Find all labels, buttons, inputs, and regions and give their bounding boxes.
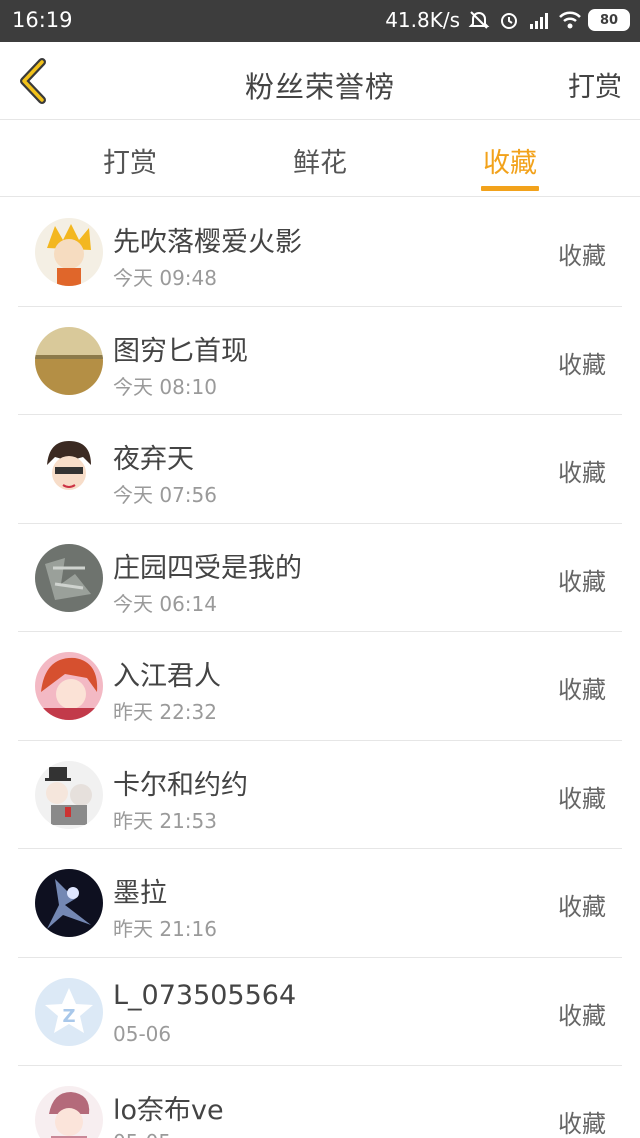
battery-icon: 80	[588, 9, 630, 31]
avatar	[35, 760, 103, 829]
list-item[interactable]: 图穷匕首现 今天 08:10 收藏	[18, 307, 622, 415]
fan-name: 夜弃天	[113, 444, 194, 475]
avatar	[35, 652, 103, 720]
tab-flowers[interactable]: 鲜花	[260, 141, 380, 180]
avatar	[35, 543, 103, 612]
fan-action-type: 收藏	[558, 784, 606, 813]
fan-action-type: 收藏	[558, 1110, 606, 1138]
fan-action-type: 收藏	[558, 242, 606, 270]
page-title: 粉丝荣誉榜	[244, 70, 395, 104]
fan-name: 庄园四受是我的	[113, 552, 302, 584]
signal-icon	[528, 9, 550, 31]
status-bar: 16:19 41.8K/s 80	[0, 0, 640, 42]
fan-time: 今天 08:10	[113, 374, 217, 399]
battery-level: 80	[599, 12, 619, 28]
fan-time: 昨天 21:53	[113, 808, 217, 833]
fan-time: 昨天 22:32	[113, 700, 217, 724]
fan-name: 入江君人	[113, 661, 221, 692]
fan-name: lo奈布ve	[113, 1095, 224, 1126]
fan-action-type: 收藏	[558, 350, 606, 379]
fan-name: 图穷匕首现	[113, 335, 248, 367]
fan-list: 先吹落樱爱火影 今天 09:48 收藏 图穷匕首现 今天 08:10 收藏 夜弃…	[0, 198, 640, 1138]
status-time: 16:19	[12, 8, 73, 32]
list-item[interactable]: 卡尔和约约 昨天 21:53 收藏	[18, 741, 622, 849]
fan-time: 05-05	[113, 1130, 171, 1138]
avatar: Z	[35, 977, 103, 1046]
reward-button[interactable]: 打赏	[568, 65, 622, 104]
active-tab-indicator	[481, 186, 539, 191]
alarm-icon	[498, 9, 520, 31]
mute-bell-icon	[468, 9, 490, 31]
fan-name: 墨拉	[113, 878, 167, 909]
tab-bar: 打赏 鲜花 收藏	[0, 121, 640, 197]
fan-name: 卡尔和约约	[113, 769, 248, 801]
fan-time: 05-06	[113, 1021, 172, 1046]
fan-action-type: 收藏	[558, 1001, 606, 1030]
avatar	[35, 326, 103, 395]
tab-reward[interactable]: 打赏	[70, 141, 190, 180]
avatar	[35, 1086, 103, 1138]
app-header: 粉丝荣誉榜 打赏	[0, 42, 640, 120]
avatar	[35, 218, 103, 286]
avatar	[35, 435, 103, 503]
list-item[interactable]: lo奈布ve 05-05 收藏	[18, 1066, 622, 1138]
fan-time: 今天 07:56	[113, 483, 217, 507]
fan-time: 今天 06:14	[113, 591, 217, 616]
network-speed: 41.8K/s	[385, 8, 460, 32]
fan-action-type: 收藏	[558, 459, 606, 487]
status-icons: 41.8K/s 80	[385, 8, 630, 32]
fan-time: 昨天 21:16	[113, 917, 217, 941]
fan-action-type: 收藏	[558, 893, 606, 921]
fan-action-type: 收藏	[558, 676, 606, 704]
list-item[interactable]: 庄园四受是我的 今天 06:14 收藏	[18, 524, 622, 632]
list-item[interactable]: 墨拉 昨天 21:16 收藏	[18, 849, 622, 958]
list-item[interactable]: Z L_073505564 05-06 收藏	[18, 958, 622, 1066]
fan-name: 先吹落樱爱火影	[113, 227, 302, 258]
fan-time: 今天 09:48	[113, 266, 217, 290]
fan-name: L_073505564	[113, 979, 297, 1011]
list-item[interactable]: 入江君人 昨天 22:32 收藏	[18, 632, 622, 741]
wifi-icon	[558, 9, 581, 31]
avatar	[35, 869, 103, 937]
svg-text:Z: Z	[62, 1006, 75, 1027]
list-item[interactable]: 夜弃天 今天 07:56 收藏	[18, 415, 622, 524]
fan-action-type: 收藏	[558, 567, 606, 596]
tab-favorites[interactable]: 收藏	[450, 141, 570, 180]
list-item[interactable]: 先吹落樱爱火影 今天 09:48 收藏	[18, 198, 622, 307]
